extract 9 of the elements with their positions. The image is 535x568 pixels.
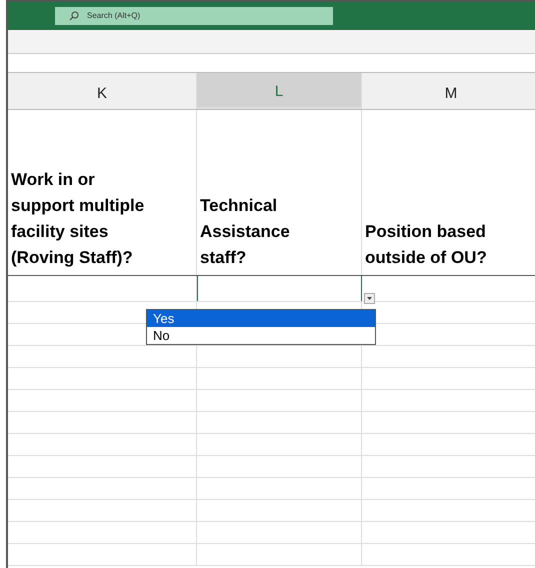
dropdown-option[interactable]: No (147, 327, 375, 344)
column-header[interactable]: M (362, 73, 535, 109)
search-placeholder: Search (Alt+Q) (87, 10, 140, 22)
dropdown-option[interactable]: Yes (147, 310, 375, 327)
header-cell-text: Position based outside of OU? (365, 221, 487, 269)
header-cell-text: Work in or support multiple facility sites (Roving Staff)? (11, 169, 144, 269)
search-field[interactable]: Search (Alt+Q) (55, 7, 333, 25)
column-header[interactable]: L (197, 73, 362, 109)
header-cell-text: Technical Assistance staff? (200, 195, 290, 269)
